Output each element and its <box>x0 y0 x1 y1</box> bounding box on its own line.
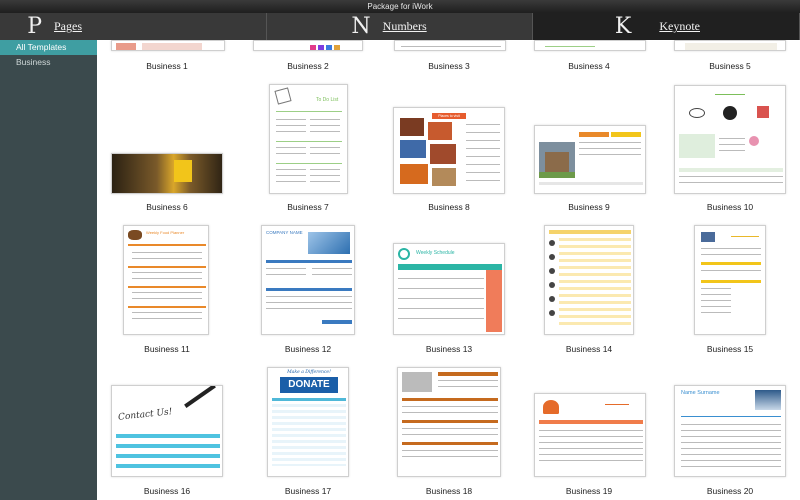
template-label[interactable]: Business 12 <box>238 344 378 354</box>
template-thumbnail-17[interactable]: Make a Difference! DONATE <box>267 367 349 477</box>
template-label[interactable]: Business 13 <box>379 344 519 354</box>
template-label[interactable]: Business 14 <box>519 344 659 354</box>
template-label[interactable]: Business 18 <box>379 486 519 496</box>
app-tab-label[interactable]: Numbers <box>383 19 427 34</box>
app-tab-numbers[interactable]: N Numbers <box>266 13 534 40</box>
template-label[interactable]: Business 3 <box>379 61 519 71</box>
template-label[interactable]: Business 8 <box>379 202 519 212</box>
template-label[interactable]: Business 19 <box>519 486 659 496</box>
sidebar-item-business[interactable]: Business <box>0 55 97 70</box>
pages-letter-icon: P <box>27 14 42 39</box>
template-label[interactable]: Business 16 <box>97 486 237 496</box>
thumb-title: DONATE <box>280 377 338 393</box>
template-thumbnail-19[interactable] <box>534 393 646 477</box>
app-tab-label[interactable]: Pages <box>54 19 82 34</box>
window-title: Package for iWork <box>367 2 433 11</box>
template-label[interactable]: Business 20 <box>660 486 800 496</box>
app-tab-pages[interactable]: P Pages <box>0 13 267 40</box>
template-thumbnail-2[interactable] <box>253 40 363 51</box>
template-thumbnail-12[interactable]: COMPANY NAME <box>261 225 355 335</box>
keynote-letter-icon: K <box>614 14 632 39</box>
template-thumbnail-6[interactable] <box>111 153 223 194</box>
app-switcher-bar: P Pages N Numbers K Keynote <box>0 13 800 40</box>
template-grid: Business 1 Business 2 Business 3 Busines… <box>97 40 800 500</box>
thumb-title: Contact Us! <box>117 407 173 423</box>
numbers-letter-icon: N <box>351 14 371 39</box>
template-label[interactable]: Business 6 <box>97 202 237 212</box>
template-label[interactable]: Business 7 <box>238 202 378 212</box>
template-label[interactable]: Business 17 <box>238 486 378 496</box>
template-label[interactable]: Business 5 <box>660 61 800 71</box>
template-thumbnail-16[interactable]: Contact Us! <box>111 385 223 477</box>
template-thumbnail-5[interactable] <box>674 40 786 51</box>
thumb-title: COMPANY NAME <box>266 230 303 235</box>
sidebar-item-all-templates[interactable]: All Templates <box>0 40 97 55</box>
thumb-subtitle: Make a Difference! <box>287 370 331 375</box>
template-thumbnail-8[interactable]: Places to visit <box>393 107 505 194</box>
template-thumbnail-18[interactable] <box>397 367 501 477</box>
window-title-bar: Package for iWork <box>0 0 800 13</box>
template-thumbnail-11[interactable]: Weekly Food Planner <box>123 225 209 335</box>
thumb-title: To Do List <box>316 97 339 103</box>
template-label[interactable]: Business 11 <box>97 344 237 354</box>
app-tab-keynote[interactable]: K Keynote <box>533 13 800 40</box>
template-thumbnail-7[interactable]: To Do List <box>269 84 348 194</box>
thumb-title: Name Surname <box>681 390 720 396</box>
template-thumbnail-1[interactable] <box>111 40 225 51</box>
template-thumbnail-15[interactable] <box>694 225 766 335</box>
app-tab-label[interactable]: Keynote <box>659 19 700 34</box>
template-label[interactable]: Business 10 <box>660 202 800 212</box>
template-thumbnail-13[interactable]: Weekly Schedule <box>393 243 505 335</box>
sidebar: All Templates Business <box>0 40 97 500</box>
template-thumbnail-4[interactable] <box>534 40 646 51</box>
template-label[interactable]: Business 1 <box>97 61 237 71</box>
template-label[interactable]: Business 15 <box>660 344 800 354</box>
template-label[interactable]: Business 9 <box>519 202 659 212</box>
template-label[interactable]: Business 4 <box>519 61 659 71</box>
template-thumbnail-10[interactable] <box>674 85 786 194</box>
template-thumbnail-9[interactable] <box>534 125 646 194</box>
template-thumbnail-14[interactable] <box>544 225 634 335</box>
template-label[interactable]: Business 2 <box>238 61 378 71</box>
thumb-title: Places to visit <box>432 113 466 119</box>
template-thumbnail-3[interactable] <box>394 40 506 51</box>
thumb-title: Weekly Schedule <box>416 250 455 256</box>
thumb-title: Weekly Food Planner <box>146 230 185 235</box>
template-thumbnail-20[interactable]: Name Surname <box>674 385 786 477</box>
